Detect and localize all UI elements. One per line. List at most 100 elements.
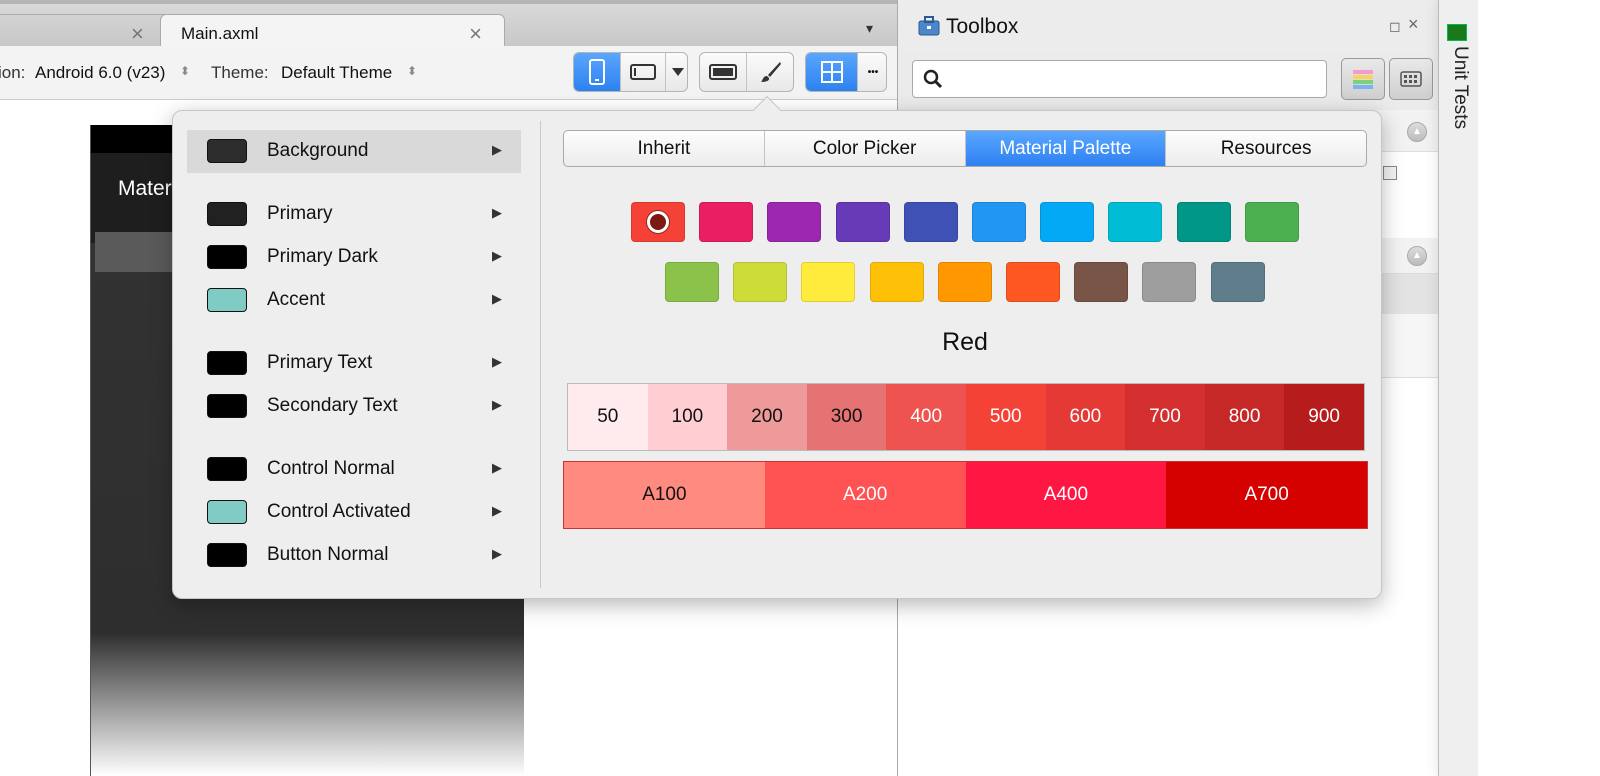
grid-view-toggle[interactable] <box>1389 58 1433 100</box>
theme-property-background[interactable]: Background ▶ <box>187 130 521 173</box>
theme-property-secondary-text[interactable]: Secondary Text ▶ <box>187 385 521 428</box>
tab-close-icon[interactable]: × <box>469 21 482 47</box>
toolbox-title: Toolbox <box>946 15 1019 38</box>
accent-a100[interactable]: A100 <box>564 462 765 528</box>
color-swatch <box>207 288 247 312</box>
restore-icon[interactable]: ◻ <box>1389 18 1401 35</box>
portrait-button[interactable] <box>574 53 621 91</box>
tab-material-palette[interactable]: Material Palette <box>965 131 1167 166</box>
theme-property-label: Primary <box>267 203 333 224</box>
list-view-button[interactable] <box>1341 58 1385 100</box>
theme-property-primary-dark[interactable]: Primary Dark ▶ <box>187 236 521 279</box>
shade-300[interactable]: 300 <box>806 384 887 450</box>
selected-indicator-icon <box>647 211 669 233</box>
layout-options-group: ••• <box>805 52 887 92</box>
accent-a700[interactable]: A700 <box>1166 462 1367 528</box>
tab-color-picker[interactable]: Color Picker <box>765 131 966 166</box>
search-input[interactable] <box>949 67 1319 91</box>
chevron-right-icon: ▶ <box>492 460 502 475</box>
document-tab-bar: × Main.axml × ▾ <box>0 0 897 50</box>
theme-property-control-normal[interactable]: Control Normal ▶ <box>187 448 521 491</box>
toolbox-item-icon <box>1383 166 1397 180</box>
palette-color-swatch[interactable] <box>665 262 719 302</box>
device-orientation-group <box>573 52 688 92</box>
popover-divider <box>540 121 541 588</box>
close-icon[interactable]: × <box>1408 14 1419 35</box>
color-swatch <box>207 351 247 375</box>
palette-color-swatch[interactable] <box>1074 262 1129 302</box>
palette-color-swatch[interactable] <box>1210 262 1265 302</box>
chevron-right-icon: ▶ <box>492 354 502 369</box>
chevron-right-icon: ▶ <box>492 291 502 306</box>
keyboard-grid-icon <box>1400 71 1422 87</box>
shade-600[interactable]: 600 <box>1045 384 1126 450</box>
collapse-icon[interactable]: ▲ <box>1407 122 1427 142</box>
shade-800[interactable]: 800 <box>1204 384 1285 450</box>
designer-toolbar: ion: Android 6.0 (v23) ⬍ Theme: Default … <box>0 46 897 100</box>
palette-color-swatch[interactable] <box>1176 202 1231 242</box>
shade-700[interactable]: 700 <box>1125 384 1205 450</box>
shade-100[interactable]: 100 <box>647 384 728 450</box>
shade-50[interactable]: 50 <box>568 384 648 450</box>
color-swatch <box>207 202 247 226</box>
palette-color-swatch[interactable] <box>801 262 856 302</box>
palette-color-swatch[interactable] <box>1040 202 1095 242</box>
shade-200[interactable]: 200 <box>727 384 807 450</box>
grid-view-button[interactable] <box>806 53 858 91</box>
chevron-right-icon: ▶ <box>492 503 502 518</box>
phone-landscape-icon <box>630 64 656 80</box>
palette-color-swatch[interactable] <box>869 262 924 302</box>
selected-color-name: Red <box>942 328 988 356</box>
theme-property-primary-text[interactable]: Primary Text ▶ <box>187 342 521 385</box>
palette-color-swatch[interactable] <box>1244 202 1299 242</box>
palette-color-swatch[interactable] <box>835 202 890 242</box>
design-surface-button[interactable] <box>700 53 747 91</box>
chevron-right-icon: ▶ <box>492 248 502 263</box>
tab-close-icon[interactable]: × <box>131 21 144 47</box>
color-swatch <box>207 245 247 269</box>
tab-inherit[interactable]: Inherit <box>564 131 765 166</box>
toolbox-search[interactable] <box>912 60 1327 98</box>
paintbrush-icon <box>761 62 781 82</box>
theme-property-label: Button Normal <box>267 544 389 565</box>
tab-main-axml[interactable]: Main.axml × <box>160 14 505 50</box>
theme-selector[interactable]: Default Theme <box>281 63 392 83</box>
theme-property-primary[interactable]: Primary ▶ <box>187 193 521 236</box>
landscape-button[interactable] <box>621 53 666 91</box>
more-options-button[interactable]: ••• <box>858 53 886 91</box>
palette-color-swatch[interactable] <box>937 262 992 302</box>
theme-property-button-normal[interactable]: Button Normal ▶ <box>187 534 521 577</box>
theme-brush-button[interactable] <box>747 53 793 91</box>
shade-900[interactable]: 900 <box>1284 384 1364 450</box>
search-icon <box>923 69 943 89</box>
api-level-selector[interactable]: Android 6.0 (v23) <box>35 63 165 83</box>
theme-property-control-activated[interactable]: Control Activated ▶ <box>187 491 521 534</box>
tab-resources[interactable]: Resources <box>1166 131 1366 166</box>
tab-overflow-icon[interactable]: ▾ <box>866 20 873 37</box>
theme-property-accent[interactable]: Accent ▶ <box>187 279 521 322</box>
color-swatch <box>207 543 247 567</box>
palette-color-swatch[interactable] <box>733 262 788 302</box>
palette-color-swatch[interactable] <box>1108 202 1163 242</box>
palette-color-swatch[interactable] <box>972 202 1026 242</box>
color-swatch <box>207 500 247 524</box>
palette-color-swatch[interactable] <box>699 202 754 242</box>
tab-previous-document[interactable]: × <box>0 14 165 50</box>
shade-500[interactable]: 500 <box>965 384 1046 450</box>
accent-a200[interactable]: A200 <box>764 462 966 528</box>
unit-tests-strip[interactable]: Unit Tests <box>1438 0 1478 776</box>
color-swatch <box>207 139 247 163</box>
color-swatch <box>207 457 247 481</box>
palette-color-swatch[interactable] <box>1142 262 1197 302</box>
device-dropdown-button[interactable] <box>666 53 687 91</box>
palette-color-swatch[interactable] <box>1006 262 1060 302</box>
color-shade-row: 50 100 200 300 400 500 600 700 800 900 <box>567 383 1365 451</box>
palette-color-swatch[interactable] <box>903 202 958 242</box>
palette-color-swatch[interactable] <box>767 202 822 242</box>
updown-icon: ⬍ <box>180 64 191 78</box>
accent-a400[interactable]: A400 <box>965 462 1167 528</box>
palette-color-swatch[interactable] <box>631 202 685 242</box>
phone-portrait-icon <box>589 59 605 85</box>
collapse-icon[interactable]: ▲ <box>1407 246 1427 266</box>
shade-400[interactable]: 400 <box>886 384 966 450</box>
